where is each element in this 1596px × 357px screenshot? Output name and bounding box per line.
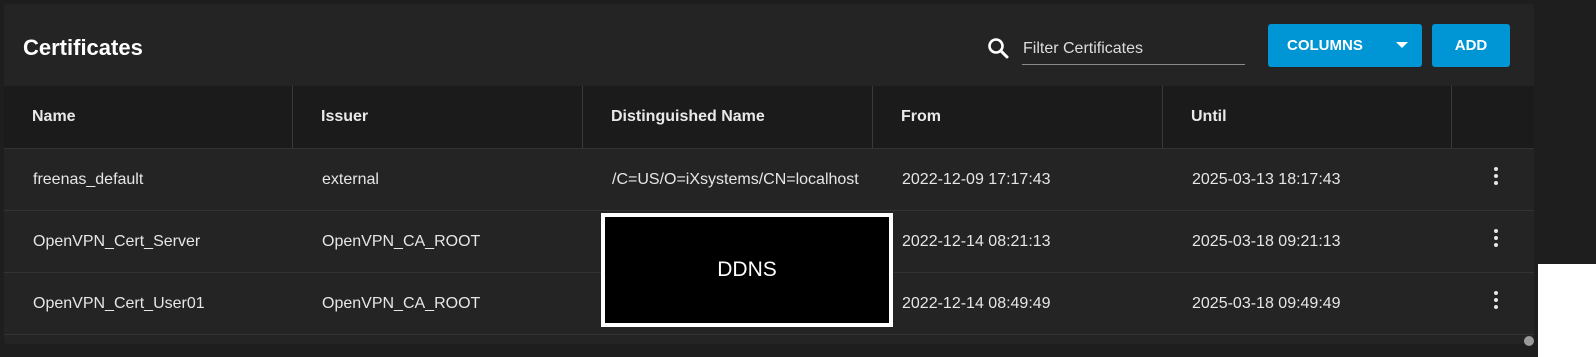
caret-down-icon bbox=[1396, 42, 1408, 48]
add-button-label: ADD bbox=[1454, 37, 1488, 54]
cell-from: 2022-12-09 17:17:43 bbox=[902, 171, 1051, 188]
cell-until: 2025-03-18 09:49:49 bbox=[1192, 295, 1341, 312]
more-vertical-icon[interactable] bbox=[1488, 227, 1504, 251]
column-header-issuer[interactable]: Issuer bbox=[293, 86, 583, 148]
cell-name: OpenVPN_Cert_Server bbox=[33, 233, 201, 250]
redaction-box: DDNS bbox=[601, 213, 893, 327]
cell-issuer: OpenVPN_CA_ROOT bbox=[322, 233, 481, 250]
search-icon[interactable] bbox=[986, 36, 1010, 60]
cell-issuer: OpenVPN_CA_ROOT bbox=[322, 295, 481, 312]
filter-certificates-input[interactable] bbox=[1022, 34, 1245, 65]
table-row[interactable]: freenas_default external /C=US/O=iXsyste… bbox=[4, 149, 1534, 211]
cell-until: 2025-03-18 09:21:13 bbox=[1192, 233, 1341, 250]
column-header-distinguished-name[interactable]: Distinguished Name bbox=[583, 86, 873, 148]
page-edge bbox=[1538, 264, 1596, 357]
cell-name: OpenVPN_Cert_User01 bbox=[33, 295, 205, 312]
column-header-from[interactable]: From bbox=[873, 86, 1163, 148]
more-vertical-icon[interactable] bbox=[1488, 289, 1504, 313]
columns-button-label: COLUMNS bbox=[1287, 37, 1363, 54]
toolbar: Certificates COLUMNS ADD bbox=[4, 4, 1534, 90]
cell-until: 2025-03-13 18:17:43 bbox=[1192, 171, 1341, 188]
column-header-name[interactable]: Name bbox=[4, 86, 293, 148]
cell-issuer: external bbox=[322, 171, 379, 188]
scrollbar-handle[interactable] bbox=[1524, 336, 1534, 346]
page-title: Certificates bbox=[23, 35, 143, 60]
column-header-until[interactable]: Until bbox=[1163, 86, 1451, 148]
cell-distinguished-name: /C=US/O=iXsystems/CN=localhost bbox=[612, 171, 859, 188]
cell-from: 2022-12-14 08:21:13 bbox=[902, 233, 1051, 250]
columns-button[interactable]: COLUMNS bbox=[1268, 24, 1422, 67]
column-divider bbox=[1451, 86, 1452, 148]
cell-name: freenas_default bbox=[33, 171, 144, 188]
table-header: Name Issuer Distinguished Name From Unti… bbox=[4, 86, 1534, 149]
add-button[interactable]: ADD bbox=[1432, 24, 1510, 67]
cell-from: 2022-12-14 08:49:49 bbox=[902, 295, 1051, 312]
more-vertical-icon[interactable] bbox=[1488, 165, 1504, 189]
redaction-label: DDNS bbox=[717, 258, 777, 281]
